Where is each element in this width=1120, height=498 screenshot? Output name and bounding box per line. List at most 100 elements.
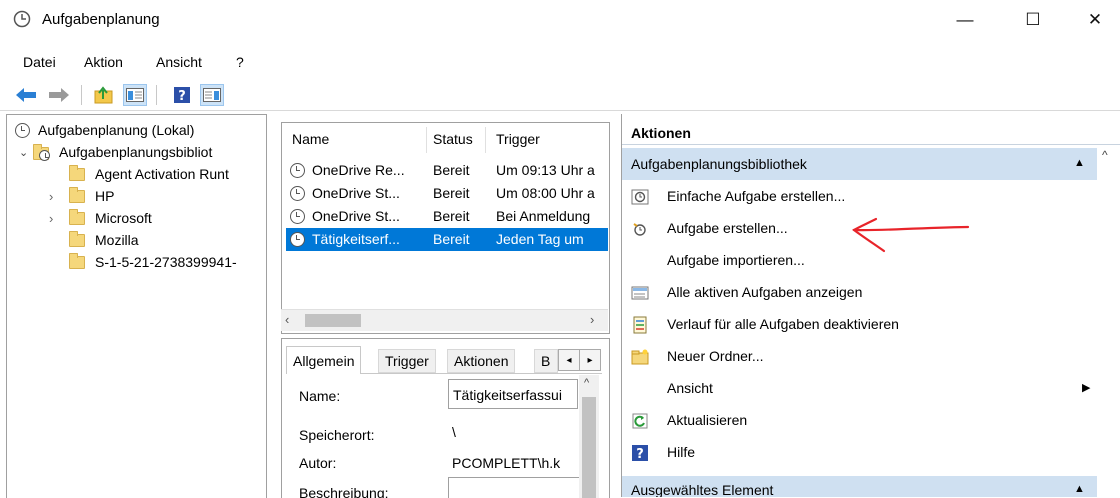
field-label-beschreibung: Beschreibung: <box>299 485 389 498</box>
chevron-right-icon[interactable]: › <box>49 211 69 226</box>
task-list: Name Status Trigger OneDrive Re... Berei… <box>281 122 610 334</box>
maximize-button[interactable]: ☐ <box>1010 0 1056 40</box>
section-header-selected[interactable]: Ausgewähltes Element ▲ <box>622 476 1097 497</box>
tree-item-folder[interactable]: › HP <box>7 185 266 207</box>
clock-icon <box>15 122 30 138</box>
up-folder-icon[interactable] <box>92 84 116 106</box>
tree-item-folder[interactable]: Mozilla <box>7 229 266 251</box>
menu-help[interactable]: ? <box>236 54 244 70</box>
section-title: Ausgewähltes Element <box>631 482 774 497</box>
help-icon[interactable]: ? <box>170 84 194 106</box>
field-label-speicherort: Speicherort: <box>299 427 375 443</box>
tree-item-folder[interactable]: Agent Activation Runt <box>7 163 266 185</box>
action-disable-history[interactable]: Verlauf für alle Aufgaben deaktivieren <box>622 309 1092 341</box>
scroll-up-icon[interactable]: ^ <box>584 377 589 389</box>
svg-text:?: ? <box>636 447 644 462</box>
field-value-name[interactable]: Tätigkeitserfassui <box>448 379 578 409</box>
close-button[interactable]: ✕ <box>1072 0 1118 40</box>
scrollbar-thumb[interactable] <box>305 314 361 327</box>
action-label: Einfache Aufgabe erstellen... <box>667 188 846 204</box>
scheduler-folder-icon <box>33 143 51 161</box>
scroll-up-icon[interactable]: ^ <box>1102 148 1108 162</box>
tab-scroll-left-icon[interactable]: ◂ <box>558 349 580 371</box>
task-status: Bereit <box>433 185 470 201</box>
actions-header-title: Aktionen <box>631 125 691 141</box>
back-icon[interactable] <box>14 84 38 106</box>
tab-trigger[interactable]: Trigger <box>378 349 436 373</box>
scroll-left-icon[interactable]: ‹ <box>285 312 289 327</box>
submenu-arrow-icon: ▶ <box>1082 382 1091 394</box>
table-row[interactable]: OneDrive St... Bereit Bei Anmeldung <box>286 205 608 228</box>
action-view[interactable]: Ansicht ▶ <box>622 373 1092 405</box>
action-refresh[interactable]: Aktualisieren <box>622 405 1092 437</box>
action-basic-task[interactable]: Einfache Aufgabe erstellen... <box>622 181 1092 213</box>
tab-aktionen[interactable]: Aktionen <box>447 349 516 373</box>
field-label-autor: Autor: <box>299 455 337 471</box>
table-row[interactable]: OneDrive Re... Bereit Um 09:13 Uhr a <box>286 159 608 182</box>
tree-item-folder[interactable]: S-1-5-21-2738399941- <box>7 251 266 273</box>
show-hide-action-pane-icon[interactable] <box>200 84 224 106</box>
action-label: Ansicht <box>667 380 713 396</box>
tab-allgemein[interactable]: Allgemein <box>286 346 362 374</box>
clock-icon <box>13 10 31 28</box>
column-header-name[interactable]: Name <box>292 131 329 147</box>
column-header-trigger[interactable]: Trigger <box>496 131 540 147</box>
create-task-icon <box>633 223 646 236</box>
refresh-icon <box>632 413 648 429</box>
action-label: Aufgabe erstellen... <box>667 220 788 236</box>
toolbar-separator <box>81 85 82 105</box>
collapse-icon[interactable]: ▲ <box>1074 157 1085 169</box>
show-hide-tree-icon[interactable] <box>123 84 147 106</box>
action-new-folder[interactable]: Neuer Ordner... <box>622 341 1092 373</box>
section-title: Aufgabenplanungsbibliothek <box>631 156 807 172</box>
toolbar <box>0 78 1120 111</box>
scroll-right-icon[interactable]: › <box>590 312 594 327</box>
field-value-beschreibung[interactable] <box>448 477 580 498</box>
toolbar-separator <box>156 85 157 105</box>
minimize-button[interactable]: — <box>942 0 988 40</box>
menu-ansicht[interactable]: Ansicht <box>156 54 202 70</box>
task-name: Tätigkeitserf... <box>312 231 400 247</box>
vertical-scrollbar[interactable]: ^ <box>579 375 599 498</box>
column-divider[interactable] <box>485 127 486 153</box>
tab-bedingungen[interactable]: B <box>534 349 558 373</box>
menu-datei[interactable]: Datei <box>23 54 56 70</box>
column-divider[interactable] <box>426 127 427 153</box>
basic-task-icon <box>631 189 649 205</box>
folder-icon <box>69 186 85 203</box>
chevron-down-icon[interactable]: ⌄ <box>19 146 33 159</box>
tree-item-library[interactable]: ⌄ Aufgabenplanungsbibliot <box>7 141 266 163</box>
tree-item-label: Aufgabenplanung (Lokal) <box>38 122 195 138</box>
running-tasks-icon <box>631 286 649 300</box>
table-row[interactable]: OneDrive St... Bereit Um 08:00 Uhr a <box>286 182 608 205</box>
tab-scroll-right-icon[interactable]: ▸ <box>579 349 601 371</box>
menu-aktion[interactable]: Aktion <box>84 54 123 70</box>
task-clock-icon <box>290 186 305 201</box>
section-header-library[interactable]: Aufgabenplanungsbibliothek ▲ <box>622 148 1097 180</box>
folder-icon <box>69 164 85 181</box>
forward-icon[interactable] <box>47 84 71 106</box>
collapse-icon[interactable]: ▲ <box>1074 483 1085 495</box>
window-title: Aufgabenplanung <box>42 11 160 28</box>
tree-item-folder[interactable]: › Microsoft <box>7 207 266 229</box>
svg-text:?: ? <box>178 89 186 104</box>
table-row-selected[interactable]: Tätigkeitserf... Bereit Jeden Tag um <box>286 228 608 251</box>
actions-pane: Aktionen Aufgabenplanungsbibliothek ▲ ^ … <box>621 114 1120 497</box>
scrollbar-thumb[interactable] <box>582 397 596 498</box>
chevron-right-icon[interactable]: › <box>49 189 69 204</box>
folder-icon <box>69 252 85 269</box>
action-show-running-tasks[interactable]: Alle aktiven Aufgaben anzeigen <box>622 277 1092 309</box>
horizontal-scrollbar[interactable]: ‹ › <box>281 309 608 331</box>
column-header-status[interactable]: Status <box>433 131 473 147</box>
action-label: Alle aktiven Aufgaben anzeigen <box>667 284 863 300</box>
history-icon <box>633 316 647 334</box>
task-status: Bereit <box>433 231 470 247</box>
task-status: Bereit <box>433 162 470 178</box>
task-clock-icon <box>290 232 305 247</box>
task-details: Allgemein Trigger Aktionen B ◂ ▸ Name: T… <box>281 338 610 498</box>
tree-item-label: Agent Activation Runt <box>95 166 229 182</box>
tree-item-root[interactable]: Aufgabenplanung (Lokal) <box>7 119 266 141</box>
action-label: Aktualisieren <box>667 412 748 428</box>
action-help[interactable]: ? Hilfe <box>622 437 1092 469</box>
action-label: Neuer Ordner... <box>667 348 764 364</box>
